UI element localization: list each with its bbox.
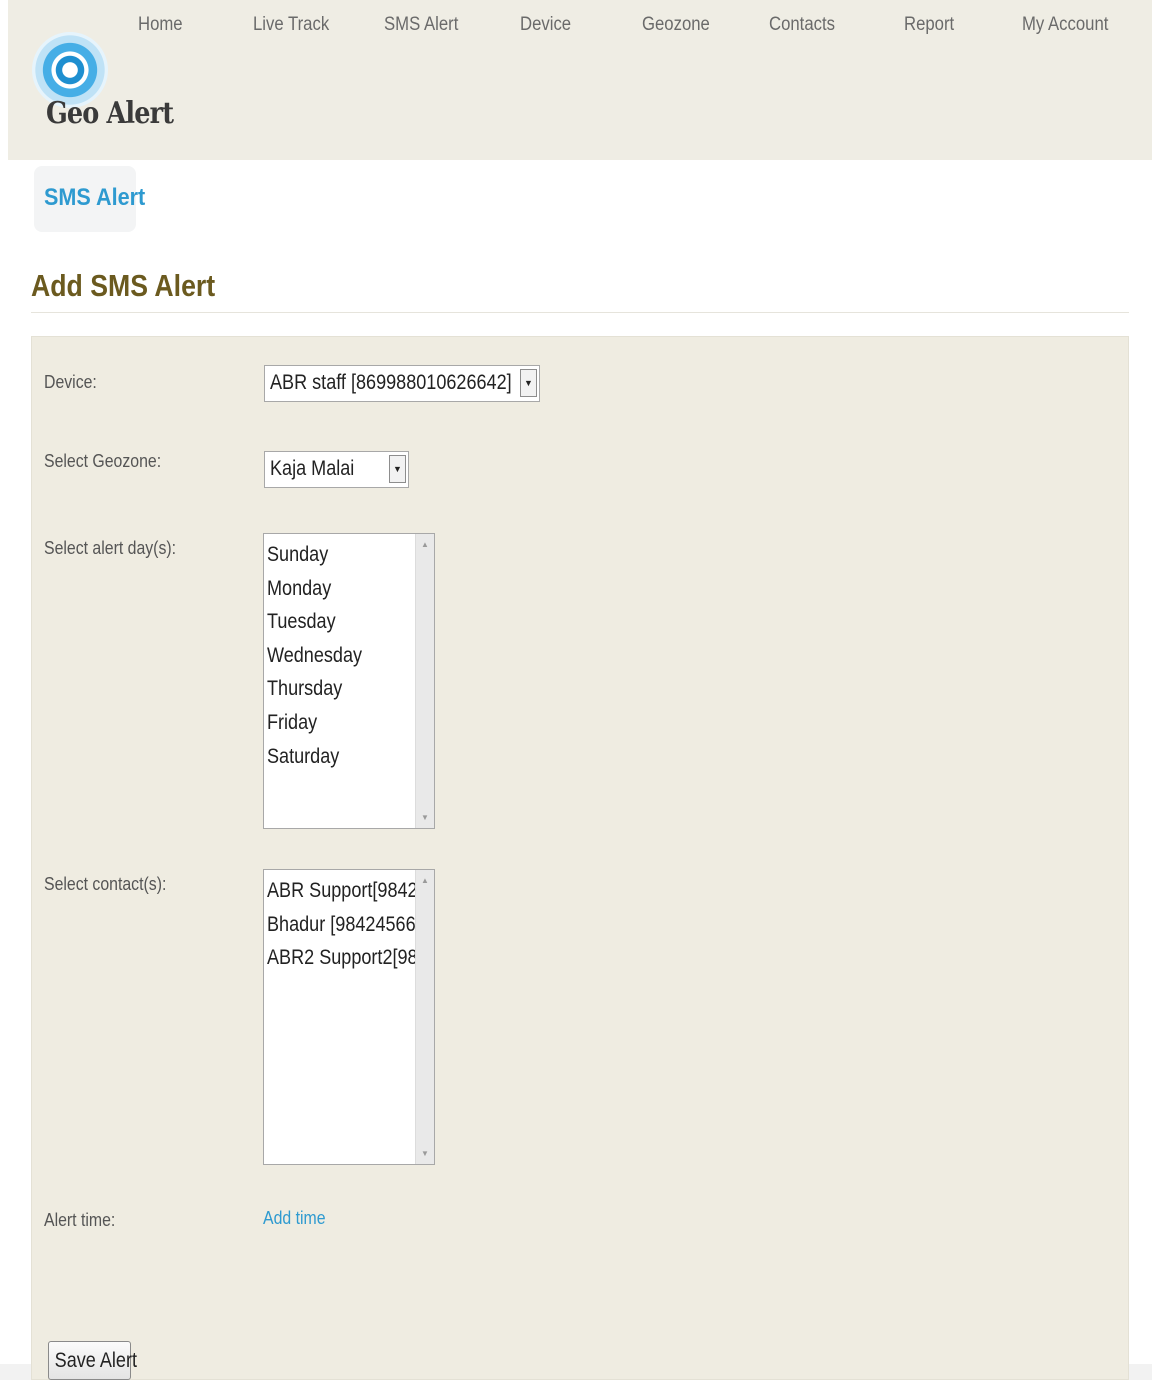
scroll-down-icon[interactable]: ▼ [416,1149,434,1158]
scroll-up-icon[interactable]: ▲ [416,876,434,885]
day-option-sunday[interactable]: Sunday [267,538,394,572]
add-time-link[interactable]: Add time [263,1208,326,1229]
logo-text: Geo Alert [46,96,174,131]
geozone-label: Select Geozone: [44,451,162,471]
chevron-down-icon[interactable]: ▼ [389,455,406,483]
days-scrollbar[interactable]: ▲ ▼ [415,534,434,828]
title-divider [31,312,1129,313]
geozone-select[interactable]: Kaja Malai ▼ [264,451,409,488]
nav-live-track[interactable]: Live Track [253,14,329,36]
nav-home[interactable]: Home [138,14,183,36]
device-select-value: ABR staff [869988010626642] [270,371,512,394]
main-nav: Home Live Track SMS Alert Device Geozone… [0,14,1152,44]
section-tab-sms-alert[interactable]: SMS Alert [34,166,145,232]
nav-device[interactable]: Device [520,14,571,36]
save-alert-label: Save Alert [54,1348,138,1372]
contacts-scrollbar[interactable]: ▲ ▼ [415,870,434,1164]
chevron-down-icon[interactable]: ▼ [520,369,537,397]
day-option-saturday[interactable]: Saturday [267,740,394,774]
add-sms-alert-form [31,336,1129,1380]
contact-option[interactable]: Bhadur [9842456662] [267,908,415,942]
day-option-friday[interactable]: Friday [267,706,394,740]
nav-geozone[interactable]: Geozone [642,14,710,36]
day-option-wednesday[interactable]: Wednesday [267,639,394,673]
save-alert-button[interactable]: Save Alert [48,1341,138,1380]
day-option-monday[interactable]: Monday [267,572,394,606]
day-option-thursday[interactable]: Thursday [267,672,394,706]
alert-days-label: Select alert day(s): [44,538,177,558]
nav-my-account[interactable]: My Account [1022,14,1108,36]
contact-option[interactable]: ABR2 Support2[98424 [267,941,415,975]
nav-contacts[interactable]: Contacts [769,14,835,36]
device-label: Device: [44,372,97,392]
page-title: Add SMS Alert [31,268,216,303]
alert-time-label: Alert time: [44,1210,116,1230]
nav-sms-alert[interactable]: SMS Alert [384,14,458,36]
scroll-down-icon[interactable]: ▼ [416,813,434,822]
nav-report[interactable]: Report [904,14,954,36]
contact-option[interactable]: ABR Support[9842498 [267,874,415,908]
contacts-label: Select contact(s): [44,874,167,894]
day-option-tuesday[interactable]: Tuesday [267,605,394,639]
contacts-listbox[interactable]: ABR Support[9842498 Bhadur [9842456662] … [263,869,435,1165]
scroll-up-icon[interactable]: ▲ [416,540,434,549]
geozone-select-value: Kaja Malai [270,457,355,480]
section-tab-label: SMS Alert [44,184,146,211]
alert-days-listbox[interactable]: Sunday Monday Tuesday Wednesday Thursday… [263,533,435,829]
device-select[interactable]: ABR staff [869988010626642] ▼ [264,365,540,402]
